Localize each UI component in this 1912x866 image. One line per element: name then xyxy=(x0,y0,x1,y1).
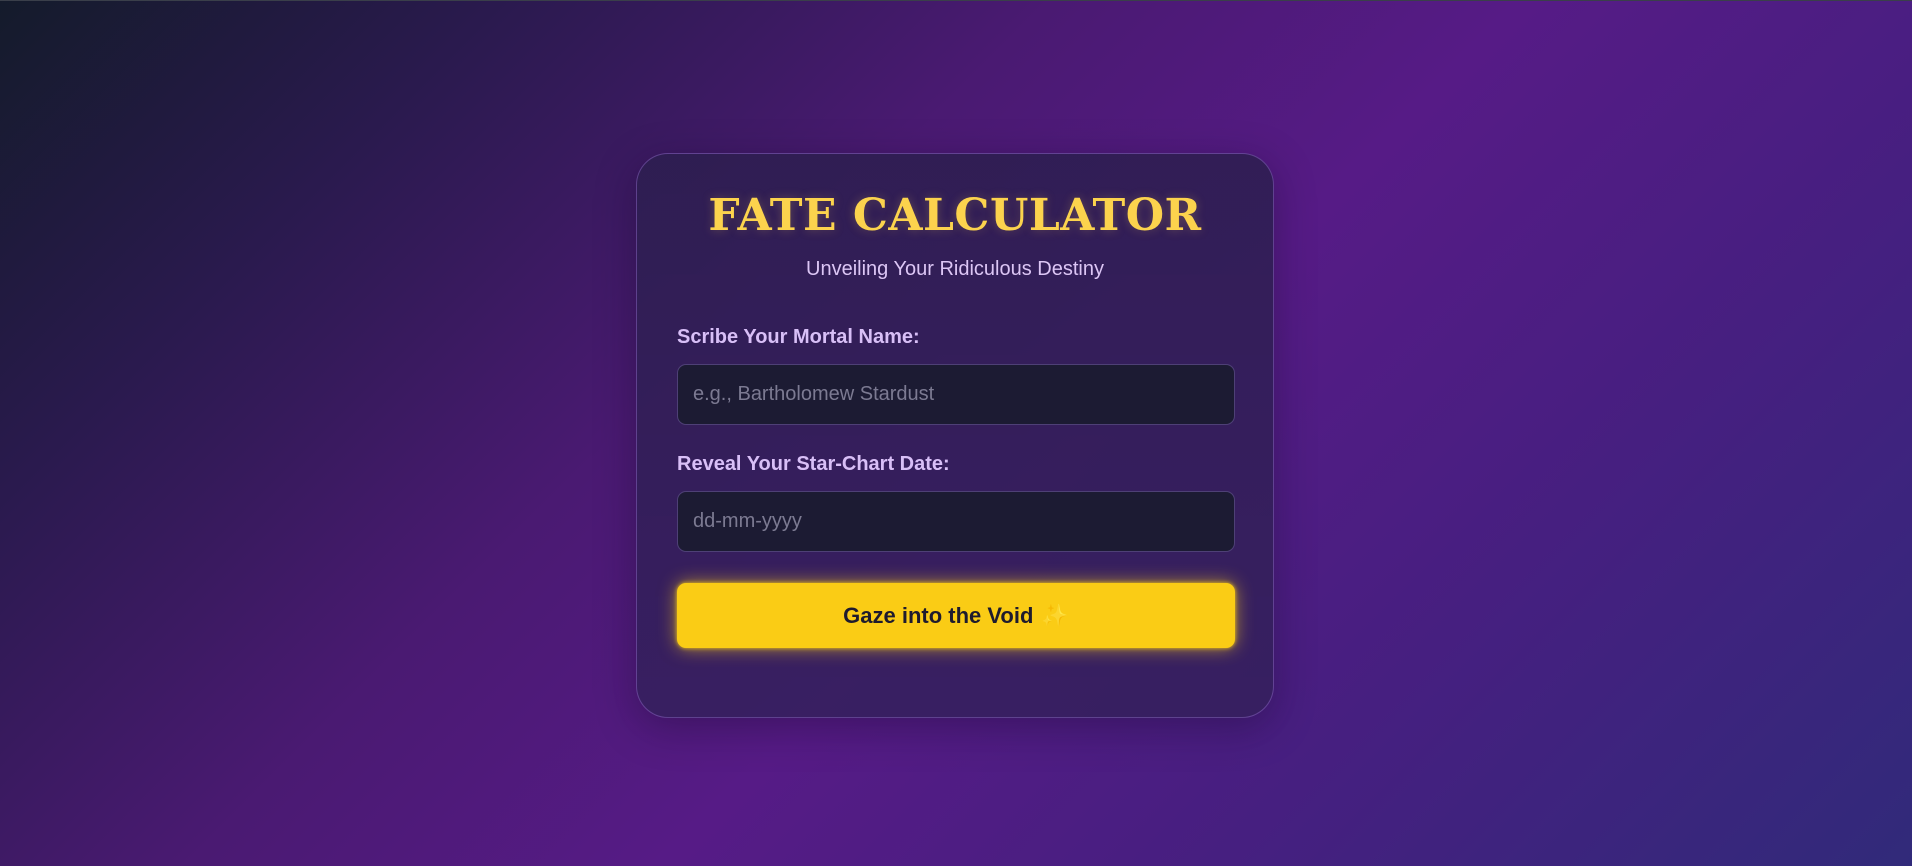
fate-calculator-card: FATE CALCULATOR Unveiling Your Ridiculou… xyxy=(636,153,1274,718)
window-top-border xyxy=(0,0,1912,1)
name-field-label: Scribe Your Mortal Name: xyxy=(677,326,920,348)
sparkles-icon: ✨ xyxy=(1041,602,1069,628)
page-subtitle: Unveiling Your Ridiculous Destiny xyxy=(806,258,1104,280)
date-input[interactable]: dd-mm-yyyy xyxy=(677,491,1235,552)
page-title: FATE CALCULATOR xyxy=(708,190,1202,241)
name-input[interactable] xyxy=(677,364,1235,425)
date-field-label: Reveal Your Star-Chart Date: xyxy=(677,453,950,475)
submit-button-label: Gaze into the Void xyxy=(843,602,1034,628)
date-placeholder: dd-mm-yyyy xyxy=(693,510,802,532)
gaze-into-void-button[interactable]: Gaze into the Void ✨ xyxy=(677,583,1235,648)
